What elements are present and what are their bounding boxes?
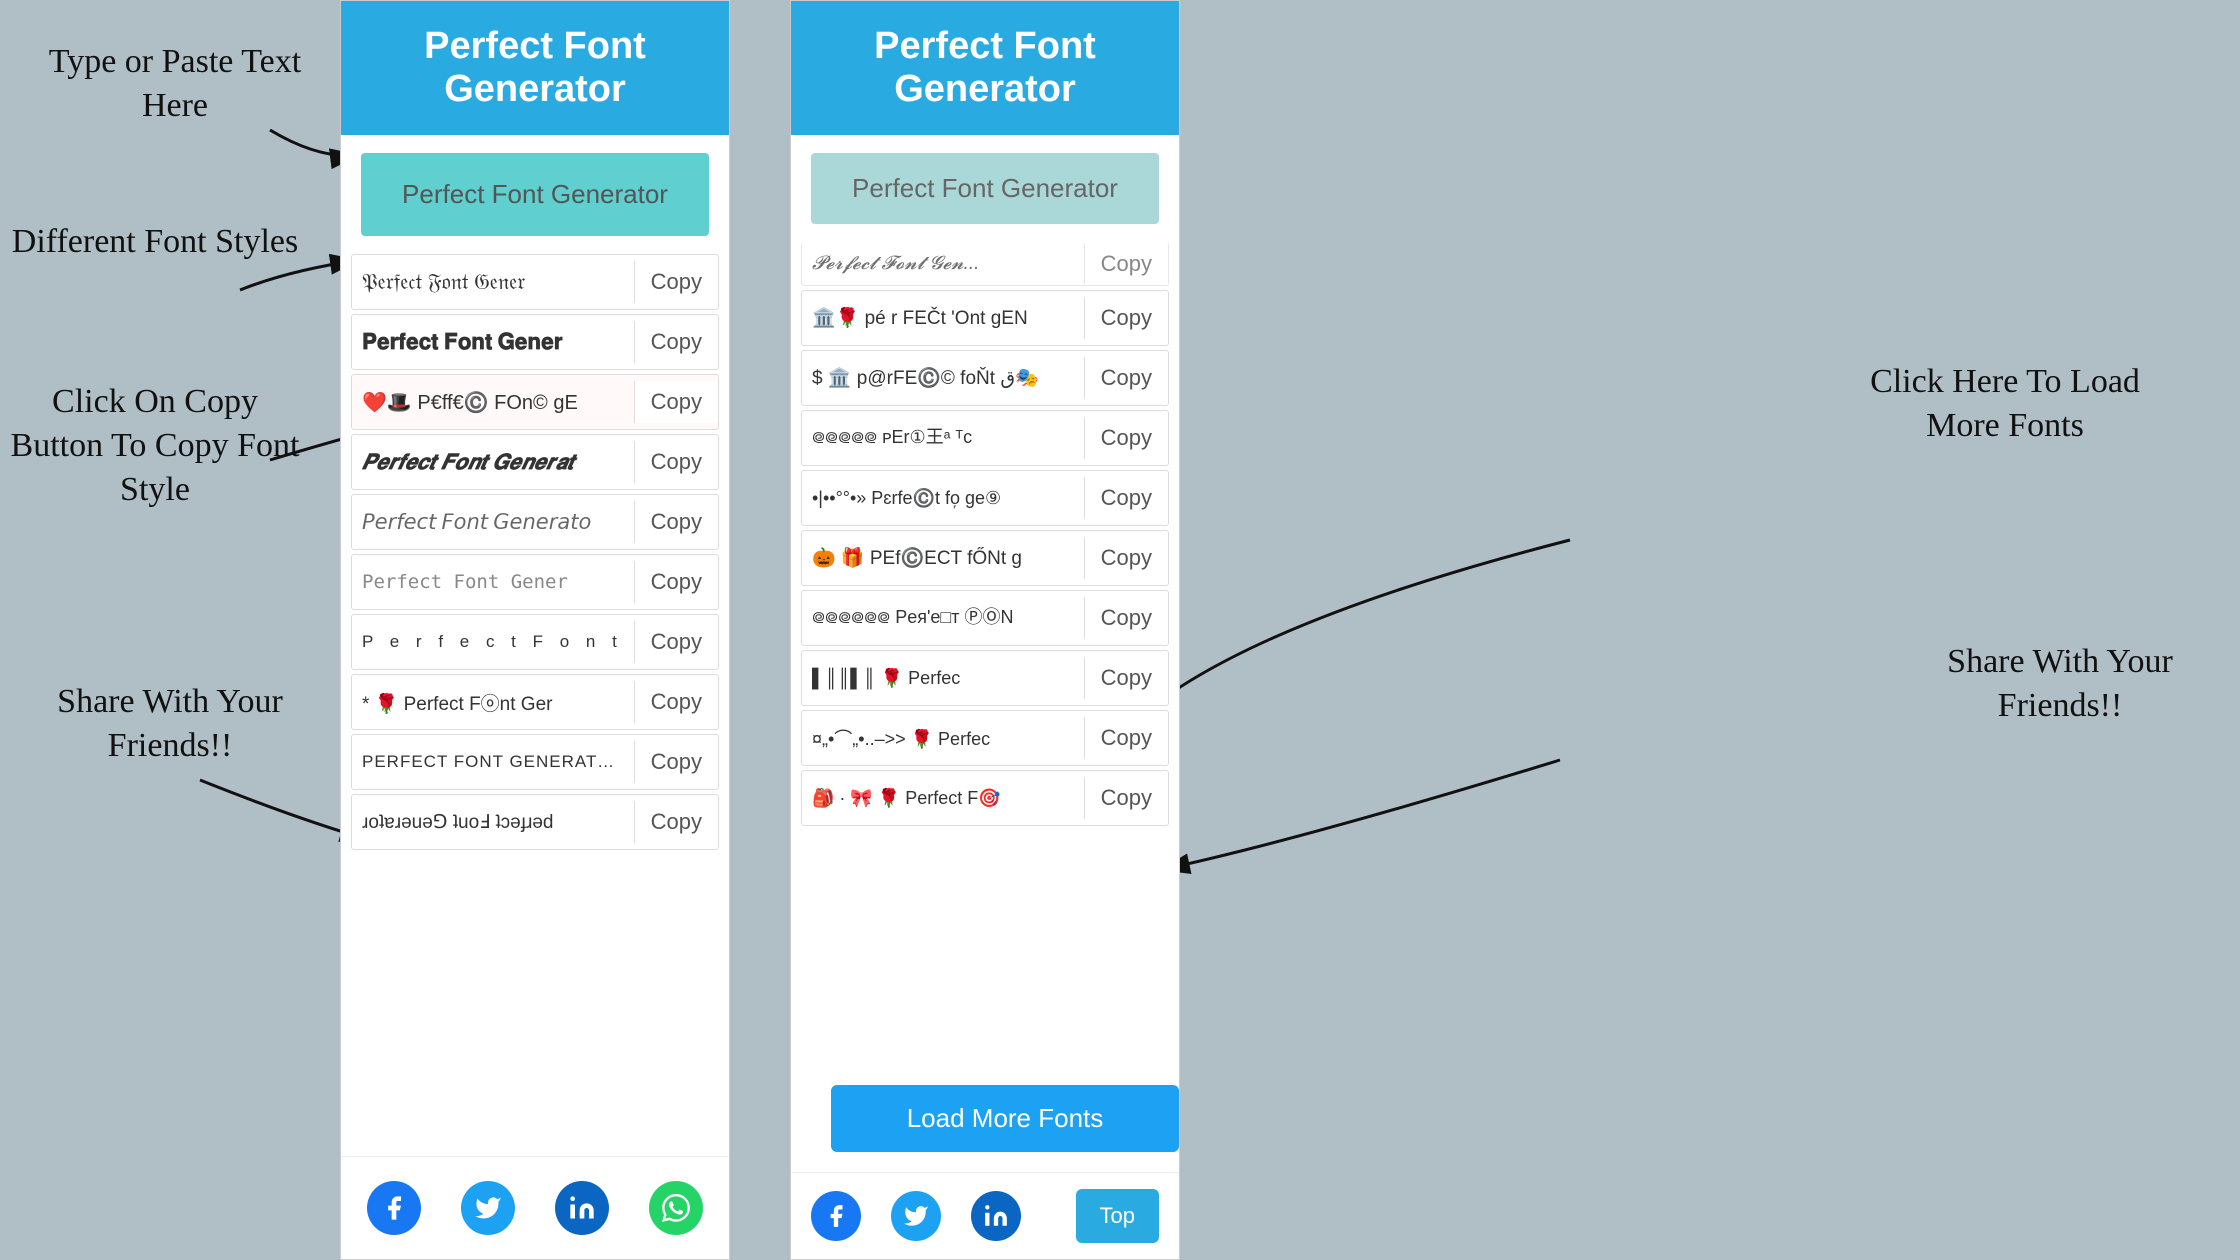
annotation-share-right: Share With Your Friends!!: [1920, 640, 2200, 728]
copy-button-4[interactable]: Copy: [634, 441, 718, 483]
right-copy-button-5[interactable]: Copy: [1084, 537, 1168, 579]
font-text-5: 𝘗𝘦𝘳𝘧𝘦𝘤𝘵 𝘍𝘰𝘯𝘵 𝘎𝘦𝘯𝘦𝘳𝘢𝘵𝘰: [352, 502, 634, 543]
right-font-text-3: ᪤᪤᪤᪤᪤ ᴘEr①王ᵃ ᵀc: [802, 415, 1084, 461]
font-row-2: 𝐏𝐞𝐫𝐟𝐞𝐜𝐭 𝐅𝐨𝐧𝐭 𝐆𝐞𝐧𝐞𝐫 Copy: [351, 314, 719, 370]
right-font-text-9: 🎒 · 🎀 🌹 Perfect F🎯: [802, 780, 1084, 817]
font-text-3: ❤️🎩 P€ff€©️ FOn© gE: [352, 382, 634, 423]
whatsapp-share-left[interactable]: [649, 1181, 703, 1235]
right-copy-button-1[interactable]: Copy: [1084, 297, 1168, 339]
right-font-row-4: •|••°°•» Pɛrfe©️t fo᷊ ge⑨ Copy: [801, 470, 1169, 526]
right-copy-button-8[interactable]: Copy: [1084, 717, 1168, 759]
left-panel-header: Perfect Font Generator: [341, 1, 729, 135]
right-font-text-7: ▌║║▌║ 🌹 Perfec: [802, 660, 1084, 697]
linkedin-share-left[interactable]: [555, 1181, 609, 1235]
right-input-box[interactable]: Perfect Font Generator: [811, 153, 1159, 224]
left-font-list: 𝔓𝔢𝔯𝔣𝔢𝔠𝔱 𝔉𝔬𝔫𝔱 𝔊𝔢𝔫𝔢𝔯 Copy 𝐏𝐞𝐫𝐟𝐞𝐜𝐭 𝐅𝐨𝐧𝐭 𝐆𝐞𝐧…: [341, 254, 729, 1156]
annotation-load-more: Click Here To Load More Fonts: [1860, 360, 2150, 448]
twitter-share-right[interactable]: [891, 1191, 941, 1241]
left-share-bar: [341, 1156, 729, 1259]
copy-button-6[interactable]: Copy: [634, 561, 718, 603]
right-copy-button-6[interactable]: Copy: [1084, 597, 1168, 639]
copy-button-10[interactable]: Copy: [634, 801, 718, 843]
right-copy-button-0[interactable]: Copy: [1084, 243, 1168, 285]
font-row-1: 𝔓𝔢𝔯𝔣𝔢𝔠𝔱 𝔉𝔬𝔫𝔱 𝔊𝔢𝔫𝔢𝔯 Copy: [351, 254, 719, 310]
font-row-5: 𝘗𝘦𝘳𝘧𝘦𝘤𝘵 𝘍𝘰𝘯𝘵 𝘎𝘦𝘯𝘦𝘳𝘢𝘵𝘰 Copy: [351, 494, 719, 550]
copy-button-7[interactable]: Copy: [634, 621, 718, 663]
facebook-share-left[interactable]: [367, 1181, 421, 1235]
right-font-list: 𝓟𝓮𝓻𝓯𝓮𝓬𝓽 𝓕𝓸𝓷𝓽 𝓖𝓮𝓷... Copy 🏛️🌹 pé r FEČt '…: [791, 242, 1179, 1065]
annotation-type-paste: Type or Paste Text Here: [30, 40, 320, 128]
linkedin-share-right[interactable]: [971, 1191, 1021, 1241]
facebook-share-right[interactable]: [811, 1191, 861, 1241]
font-text-8: * 🌹 Perfect Fⓞnt Ger: [352, 681, 634, 724]
font-text-9: PERFECT FONT GENERATOR: [352, 744, 634, 780]
right-copy-button-9[interactable]: Copy: [1084, 777, 1168, 819]
annotation-diff-fonts: Different Font Styles: [10, 220, 300, 264]
right-font-row-9: 🎒 · 🎀 🌹 Perfect F🎯 Copy: [801, 770, 1169, 826]
font-text-2: 𝐏𝐞𝐫𝐟𝐞𝐜𝐭 𝐅𝐨𝐧𝐭 𝐆𝐞𝐧𝐞𝐫: [352, 321, 634, 363]
right-font-row-0: 𝓟𝓮𝓻𝓯𝓮𝓬𝓽 𝓕𝓸𝓷𝓽 𝓖𝓮𝓷... Copy: [801, 242, 1169, 286]
right-font-row-1: 🏛️🌹 pé r FEČt 'Ont gEN Copy: [801, 290, 1169, 346]
font-text-1: 𝔓𝔢𝔯𝔣𝔢𝔠𝔱 𝔉𝔬𝔫𝔱 𝔊𝔢𝔫𝔢𝔯: [352, 261, 634, 303]
right-font-text-0: 𝓟𝓮𝓻𝓯𝓮𝓬𝓽 𝓕𝓸𝓷𝓽 𝓖𝓮𝓷...: [802, 245, 1084, 283]
right-font-row-7: ▌║║▌║ 🌹 Perfec Copy: [801, 650, 1169, 706]
font-row-4: 𝑷𝒆𝒓𝒇𝒆𝒄𝒕 𝑭𝒐𝒏𝒕 𝑮𝒆𝒏𝒆𝒓𝒂𝒕 Copy: [351, 434, 719, 490]
copy-button-9[interactable]: Copy: [634, 741, 718, 783]
font-row-10: ɹoʇɐɹǝuǝ⅁ ʇuoℲ ʇɔǝɟɹǝd Copy: [351, 794, 719, 850]
right-font-text-5: 🎃 🎁 PEf©️ECT fŐNt g: [802, 538, 1084, 578]
right-share-icons: [811, 1191, 1021, 1241]
right-bottom-bar: Top: [791, 1172, 1179, 1259]
font-row-9: PERFECT FONT GENERATOR Copy: [351, 734, 719, 790]
right-copy-button-3[interactable]: Copy: [1084, 417, 1168, 459]
right-font-text-8: ¤„•⌒„•..–>> 🌹 Perfec: [802, 717, 1084, 759]
right-font-text-1: 🏛️🌹 pé r FEČt 'Ont gEN: [802, 298, 1084, 338]
right-font-row-5: 🎃 🎁 PEf©️ECT fŐNt g Copy: [801, 530, 1169, 586]
copy-button-3[interactable]: Copy: [634, 381, 718, 423]
font-text-10: ɹoʇɐɹǝuǝ⅁ ʇuoℲ ʇɔǝɟɹǝd: [352, 803, 634, 842]
right-panel: Perfect Font Generator Perfect Font Gene…: [790, 0, 1180, 1260]
top-button[interactable]: Top: [1076, 1189, 1159, 1243]
right-font-row-3: ᪤᪤᪤᪤᪤ ᴘEr①王ᵃ ᵀc Copy: [801, 410, 1169, 466]
left-input-box[interactable]: Perfect Font Generator: [361, 153, 709, 236]
font-row-6: 𝙿𝚎𝚛𝚏𝚎𝚌𝚝 𝙵𝚘𝚗𝚝 𝙶𝚎𝚗𝚎𝚛 Copy: [351, 554, 719, 610]
left-panel: Perfect Font Generator Perfect Font Gene…: [340, 0, 730, 1260]
font-text-7: P e r f e c t F o n t: [352, 624, 634, 660]
copy-button-5[interactable]: Copy: [634, 501, 718, 543]
load-more-container: Load More Fonts: [791, 1065, 1179, 1172]
right-copy-button-2[interactable]: Copy: [1084, 357, 1168, 399]
font-row-7: P e r f e c t F o n t Copy: [351, 614, 719, 670]
load-more-button[interactable]: Load More Fonts: [831, 1085, 1179, 1152]
right-panel-header: Perfect Font Generator: [791, 1, 1179, 135]
right-font-text-6: ᪤᪤᪤᪤᪤᪤ Pея'e□т ⓅⓄN: [802, 595, 1084, 641]
font-text-4: 𝑷𝒆𝒓𝒇𝒆𝒄𝒕 𝑭𝒐𝒏𝒕 𝑮𝒆𝒏𝒆𝒓𝒂𝒕: [352, 442, 634, 483]
right-copy-button-7[interactable]: Copy: [1084, 657, 1168, 699]
font-text-6: 𝙿𝚎𝚛𝚏𝚎𝚌𝚝 𝙵𝚘𝚗𝚝 𝙶𝚎𝚗𝚎𝚛: [352, 563, 634, 601]
right-font-row-6: ᪤᪤᪤᪤᪤᪤ Pея'e□т ⓅⓄN Copy: [801, 590, 1169, 646]
font-row-8: * 🌹 Perfect Fⓞnt Ger Copy: [351, 674, 719, 730]
annotation-share-left: Share With Your Friends!!: [40, 680, 300, 768]
annotation-click-copy: Click On Copy Button To Copy Font Style: [10, 380, 300, 513]
right-font-row-2: $ 🏛️ p@rFE©️© foŇt ق🎭 Copy: [801, 350, 1169, 406]
twitter-share-left[interactable]: [461, 1181, 515, 1235]
right-font-text-4: •|••°°•» Pɛrfe©️t fo᷊ ge⑨: [802, 480, 1084, 517]
font-row-3: ❤️🎩 P€ff€©️ FOn© gE Copy: [351, 374, 719, 430]
copy-button-8[interactable]: Copy: [634, 681, 718, 723]
right-copy-button-4[interactable]: Copy: [1084, 477, 1168, 519]
copy-button-2[interactable]: Copy: [634, 321, 718, 363]
copy-button-1[interactable]: Copy: [634, 261, 718, 303]
right-font-text-2: $ 🏛️ p@rFE©️© foŇt ق🎭: [802, 358, 1084, 398]
right-font-row-8: ¤„•⌒„•..–>> 🌹 Perfec Copy: [801, 710, 1169, 766]
